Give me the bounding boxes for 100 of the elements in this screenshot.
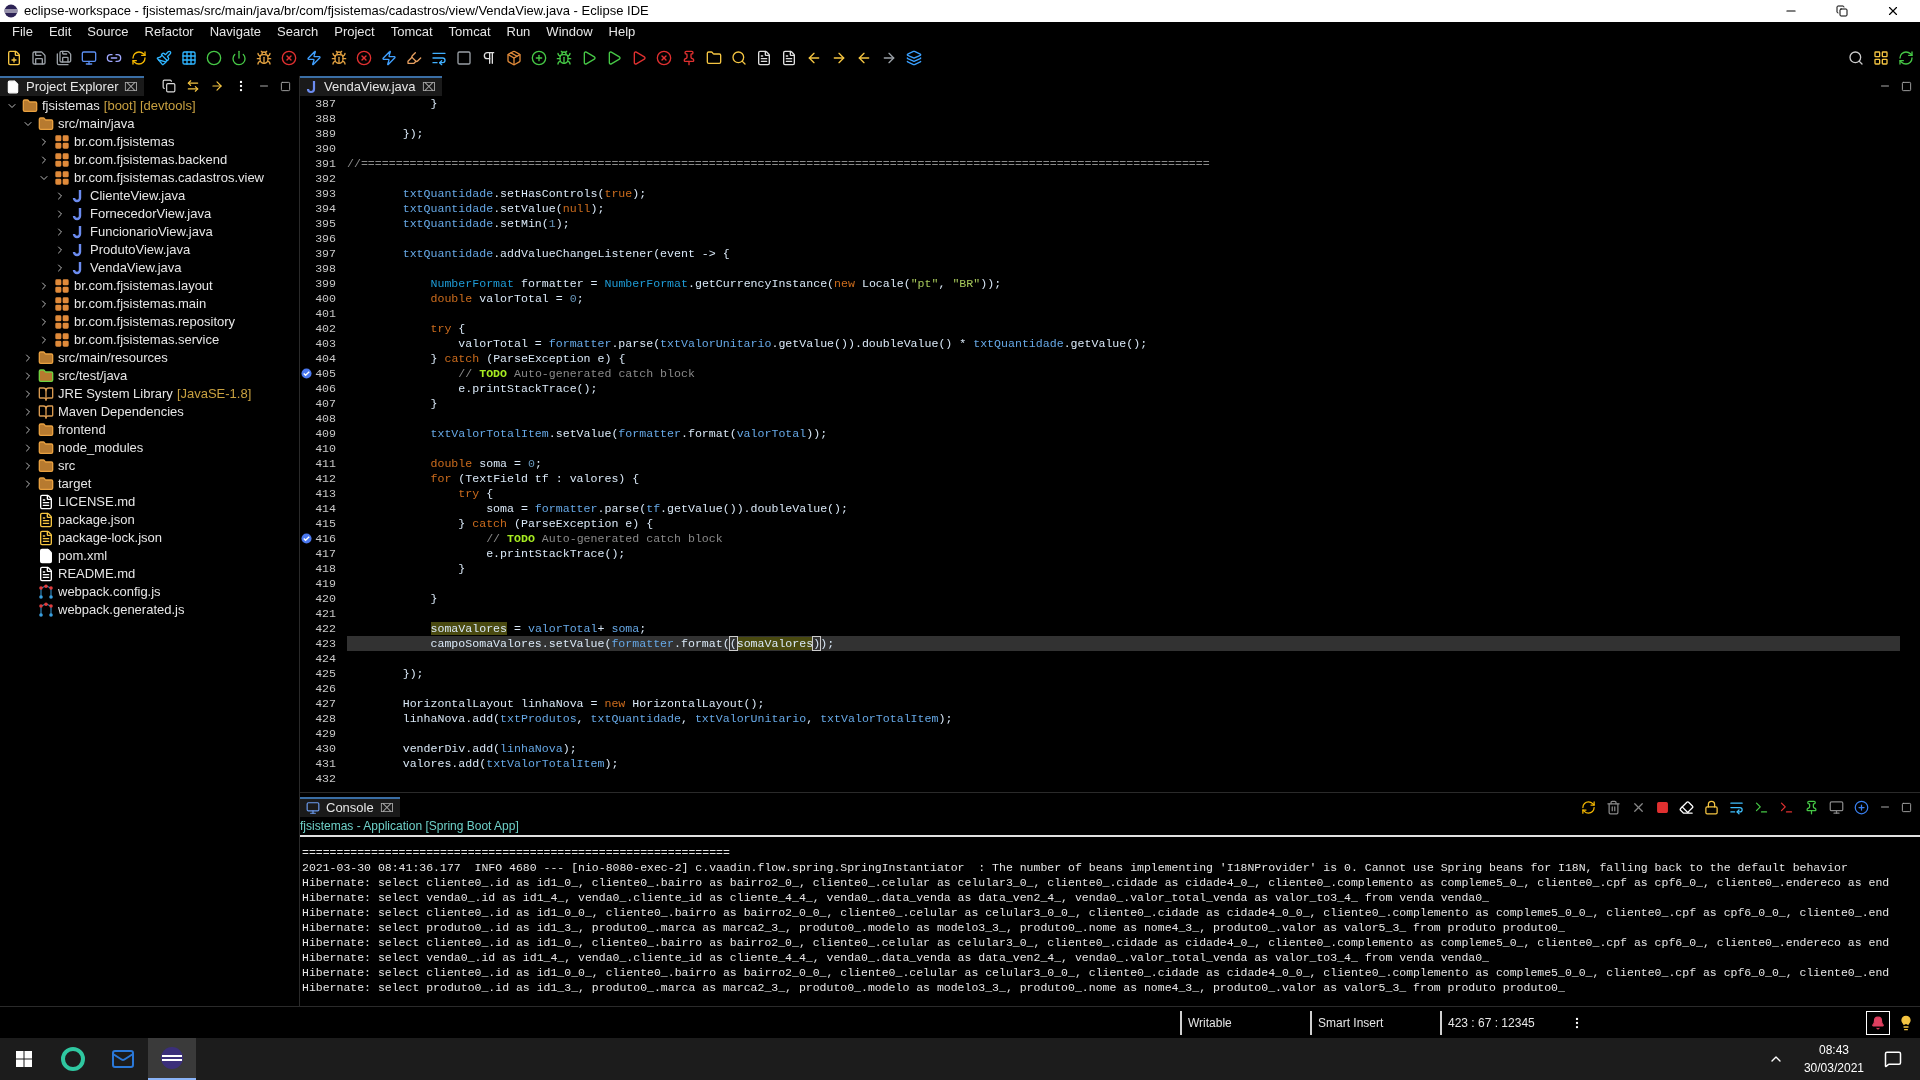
tree-item[interactable]: src/main/resources <box>58 348 168 368</box>
menu-item[interactable]: Tomcat <box>440 22 499 42</box>
close-icon[interactable] <box>1886 4 1900 18</box>
windows-start-icon[interactable] <box>16 1051 32 1067</box>
menu-item[interactable]: File <box>4 22 41 42</box>
refresh-icon[interactable] <box>1581 799 1596 815</box>
tree-item[interactable]: src <box>58 456 76 476</box>
new-file-icon[interactable] <box>6 50 22 66</box>
browser-icon[interactable] <box>61 1047 85 1071</box>
tree-item[interactable]: br.com.fjsistemas.backend <box>74 150 228 170</box>
menu-item[interactable]: Source <box>79 22 137 42</box>
close-button[interactable]: ⌧ <box>124 78 139 96</box>
eraser-icon[interactable] <box>1679 799 1694 815</box>
tree-item[interactable]: package.json <box>58 510 135 530</box>
menu-item[interactable]: Navigate <box>201 22 269 42</box>
perspective-icon[interactable] <box>1873 50 1889 66</box>
explorer-tab[interactable]: Project Explorer ⌧ <box>0 76 145 96</box>
tree-item[interactable]: br.com.fjsistemas.layout <box>74 276 213 296</box>
tree-item[interactable]: package-lock.json <box>58 528 163 548</box>
tree-item[interactable]: FuncionarioView.java <box>90 222 213 242</box>
monitor-icon[interactable] <box>81 50 97 66</box>
tree-item[interactable]: webpack.generated.js <box>58 600 185 620</box>
forward-icon[interactable] <box>881 50 897 66</box>
terminal-icon[interactable] <box>1754 799 1769 815</box>
pin-icon[interactable] <box>1804 799 1819 815</box>
collapse-all-icon[interactable] <box>162 79 176 93</box>
maximize-icon[interactable] <box>280 80 291 92</box>
tree-item[interactable]: br.com.fjsistemas.service <box>74 330 220 350</box>
tree-item[interactable]: VendaView.java <box>90 258 182 278</box>
layers-icon[interactable] <box>906 50 922 66</box>
tree-item[interactable]: FornecedorView.java <box>90 204 212 224</box>
run-icon[interactable] <box>581 50 597 66</box>
pin-icon[interactable] <box>681 50 697 66</box>
console-tab[interactable]: Console ⌧ <box>300 797 400 817</box>
lightbulb-icon[interactable] <box>1898 1014 1914 1031</box>
search-icon[interactable] <box>1848 50 1864 66</box>
link-editor-icon[interactable] <box>186 79 200 93</box>
tree-item[interactable]: target <box>58 474 92 494</box>
editor-tab[interactable]: VendaView.java ⌧ <box>300 76 442 96</box>
block-select-icon[interactable] <box>456 50 472 66</box>
back-icon[interactable] <box>856 50 872 66</box>
notification-button[interactable] <box>1866 1010 1890 1035</box>
trash-icon[interactable] <box>1606 799 1621 815</box>
menu-item[interactable]: Window <box>538 22 601 42</box>
lock-icon[interactable] <box>1704 799 1719 815</box>
previous-icon[interactable] <box>806 50 822 66</box>
tree-item[interactable]: br.com.fjsistemas.main <box>74 294 207 314</box>
menu-item[interactable]: Run <box>498 22 539 42</box>
next-icon[interactable] <box>831 50 847 66</box>
refresh-icon[interactable] <box>1898 50 1914 66</box>
document-icon[interactable] <box>756 50 772 66</box>
terminate-icon[interactable] <box>1656 800 1669 814</box>
tree-item[interactable]: ClienteView.java <box>90 186 186 206</box>
highlight-icon[interactable] <box>406 50 422 66</box>
menu-item[interactable]: Project <box>326 22 383 42</box>
menu-item[interactable]: Tomcat <box>382 22 441 42</box>
document-icon[interactable] <box>781 50 797 66</box>
menu-item[interactable]: Search <box>269 22 327 42</box>
search-icon[interactable] <box>731 50 747 66</box>
tree-item[interactable]: br.com.fjsistemas <box>74 132 175 152</box>
maximize-icon[interactable] <box>1901 80 1912 92</box>
save-all-icon[interactable] <box>56 50 72 66</box>
maximize-icon[interactable] <box>1901 801 1912 813</box>
bug-icon[interactable] <box>331 50 347 66</box>
refresh-icon[interactable] <box>131 50 147 66</box>
bug-icon[interactable] <box>256 50 272 66</box>
power-icon[interactable] <box>231 50 247 66</box>
add-icon[interactable] <box>531 50 547 66</box>
new-console-icon[interactable] <box>1854 799 1869 815</box>
brush-icon[interactable] <box>156 50 172 66</box>
monitor-icon[interactable] <box>1829 799 1844 815</box>
tree-item[interactable]: pom.xml <box>58 546 108 566</box>
wrap-text-icon[interactable] <box>1729 799 1744 815</box>
stop-icon[interactable] <box>656 50 672 66</box>
tree-item[interactable]: frontend <box>58 420 106 440</box>
menu-item[interactable]: Refactor <box>136 22 202 42</box>
tree-item[interactable]: JRE System Library <box>58 384 173 404</box>
tree-item[interactable]: src/test/java <box>58 366 128 386</box>
terminal-icon[interactable] <box>1779 799 1794 815</box>
lightning-icon[interactable] <box>306 50 322 66</box>
save-icon[interactable] <box>31 50 47 66</box>
wrap-text-icon[interactable] <box>431 50 447 66</box>
mail-app-icon[interactable] <box>111 1047 135 1071</box>
debug-icon[interactable] <box>556 50 572 66</box>
tree-item[interactable]: src/main/java <box>58 114 135 134</box>
stop-server-icon[interactable] <box>356 50 372 66</box>
tree-item[interactable]: node_modules <box>58 438 144 458</box>
menu-item[interactable]: Edit <box>40 22 80 42</box>
package-icon[interactable] <box>506 50 522 66</box>
close-button[interactable]: ⌧ <box>421 78 436 96</box>
tree-item[interactable]: ProdutoView.java <box>90 240 191 260</box>
restore-icon[interactable] <box>1836 5 1848 17</box>
lightning-icon[interactable] <box>381 50 397 66</box>
pilcrow-icon[interactable] <box>481 50 497 66</box>
ide-app-icon[interactable] <box>160 1046 184 1070</box>
tree-item[interactable]: LICENSE.md <box>58 492 136 512</box>
open-folder-icon[interactable] <box>706 50 722 66</box>
tree-item[interactable]: fjsistemas <box>42 96 100 116</box>
menu-item[interactable]: Help <box>600 22 644 42</box>
tree-item[interactable]: br.com.fjsistemas.repository <box>74 312 236 332</box>
